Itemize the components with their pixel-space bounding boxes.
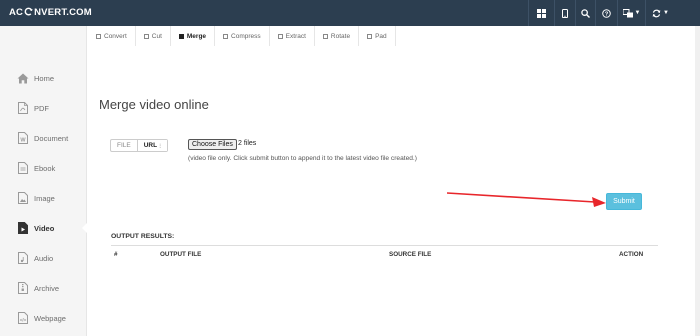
chevron-down-icon: ▼ <box>634 10 641 16</box>
source-toggle: FILE URL <box>110 139 169 152</box>
help-icon: ? <box>602 8 611 18</box>
tab-checkbox-icon <box>367 33 373 39</box>
sidebar: Home PDF W Document Ebook Image Video Au… <box>0 26 88 336</box>
sidebar-item-pdf[interactable]: PDF <box>0 93 87 123</box>
ebook-icon <box>17 162 29 174</box>
webpage-icon: </> <box>17 312 29 324</box>
svg-text:</>: </> <box>20 318 27 323</box>
page-title: Merge video online <box>99 97 209 112</box>
chevron-down-icon: ▼ <box>663 10 669 16</box>
home-icon <box>17 72 29 84</box>
tab-label: Cut <box>151 32 162 40</box>
grid-icon <box>537 8 546 18</box>
logo-text-left: AC <box>9 7 24 18</box>
tab-label: Extract <box>285 32 306 40</box>
tab-checkbox-icon <box>96 33 101 39</box>
audio-icon <box>17 252 29 264</box>
help-button[interactable]: ? <box>595 0 617 26</box>
tab-convert[interactable]: Convert <box>88 26 136 46</box>
logo-sync-icon <box>24 7 33 16</box>
sidebar-item-video[interactable]: Video <box>0 213 88 243</box>
search-icon <box>581 8 590 18</box>
top-navbar: AC NVERT.COM ? ▼ ▼ <box>0 0 700 26</box>
upload-hint: (video file only. Click submit button to… <box>188 155 417 162</box>
output-results-title: OUTPUT RESULTS: <box>111 233 175 240</box>
video-icon <box>17 222 29 234</box>
page-scrollbar[interactable] <box>695 26 700 336</box>
tab-checkbox-icon <box>143 33 149 39</box>
sidebar-item-label: Ebook <box>34 163 56 173</box>
table-divider <box>111 245 658 246</box>
url-source-button[interactable]: URL <box>136 140 168 151</box>
tab-checkbox-icon <box>178 33 184 39</box>
tab-label: Merge <box>186 32 207 40</box>
tab-rotate[interactable]: Rotate <box>315 26 360 46</box>
svg-text:?: ? <box>605 11 609 17</box>
sidebar-item-label: Image <box>34 193 55 203</box>
site-logo[interactable]: AC NVERT.COM <box>9 7 92 18</box>
archive-icon <box>17 282 29 294</box>
red-arrow-annotation <box>447 192 606 207</box>
sidebar-item-image[interactable]: Image <box>0 183 87 213</box>
tab-merge[interactable]: Merge <box>171 26 216 46</box>
sidebar-item-webpage[interactable]: </> Webpage <box>0 303 87 333</box>
sidebar-item-document[interactable]: W Document <box>0 123 87 153</box>
language-icon <box>622 8 633 17</box>
choose-files-button[interactable]: Choose Files <box>188 139 237 150</box>
sidebar-item-label: PDF <box>34 103 49 113</box>
tab-extract[interactable]: Extract <box>270 26 315 46</box>
logo-text-right: NVERT.COM <box>34 7 92 18</box>
refresh-icon <box>652 9 661 17</box>
tab-checkbox-icon <box>223 33 229 39</box>
tab-compress[interactable]: Compress <box>215 26 270 46</box>
mobile-icon <box>562 8 568 18</box>
grid-apps-button[interactable] <box>528 0 554 26</box>
sidebar-item-label: Webpage <box>34 313 66 323</box>
tab-label: Rotate <box>330 32 351 40</box>
tab-checkbox-icon <box>322 33 328 39</box>
svg-text:W: W <box>20 138 26 144</box>
sidebar-item-label: Document <box>34 133 69 143</box>
sidebar-item-label: Video <box>34 223 55 233</box>
column-header-index: # <box>114 251 118 258</box>
search-button[interactable] <box>575 0 595 26</box>
column-header-action: ACTION <box>619 251 644 258</box>
pdf-icon <box>17 102 29 114</box>
sidebar-item-home[interactable]: Home <box>0 63 87 93</box>
files-selected-text: 2 files <box>238 140 257 147</box>
sidebar-item-label: Home <box>34 73 55 83</box>
sidebar-item-label: Archive <box>34 283 60 293</box>
tab-pad[interactable]: Pad <box>359 26 396 46</box>
mobile-button[interactable] <box>554 0 575 26</box>
file-source-button[interactable]: FILE <box>111 140 137 151</box>
image-icon <box>17 192 29 204</box>
sidebar-item-label: Audio <box>34 253 54 263</box>
column-header-output-file: OUTPUT FILE <box>160 251 202 258</box>
column-header-source-file: SOURCE FILE <box>389 251 432 258</box>
sidebar-item-archive[interactable]: Archive <box>0 273 87 303</box>
submit-button[interactable]: Submit <box>606 193 642 210</box>
sidebar-item-ebook[interactable]: Ebook <box>0 153 87 183</box>
tab-checkbox-icon <box>277 33 283 39</box>
tab-label: Convert <box>104 32 127 40</box>
tab-label: Compress <box>231 32 261 40</box>
document-icon: W <box>17 132 29 144</box>
tab-label: Pad <box>375 32 387 40</box>
sidebar-item-audio[interactable]: Audio <box>0 243 87 273</box>
tab-cut[interactable]: Cut <box>136 26 171 46</box>
operation-tabs: Convert Cut Merge Compress Extract Rotat… <box>88 26 396 46</box>
refresh-dropdown[interactable]: ▼ <box>645 0 675 26</box>
language-dropdown[interactable]: ▼ <box>617 0 645 26</box>
